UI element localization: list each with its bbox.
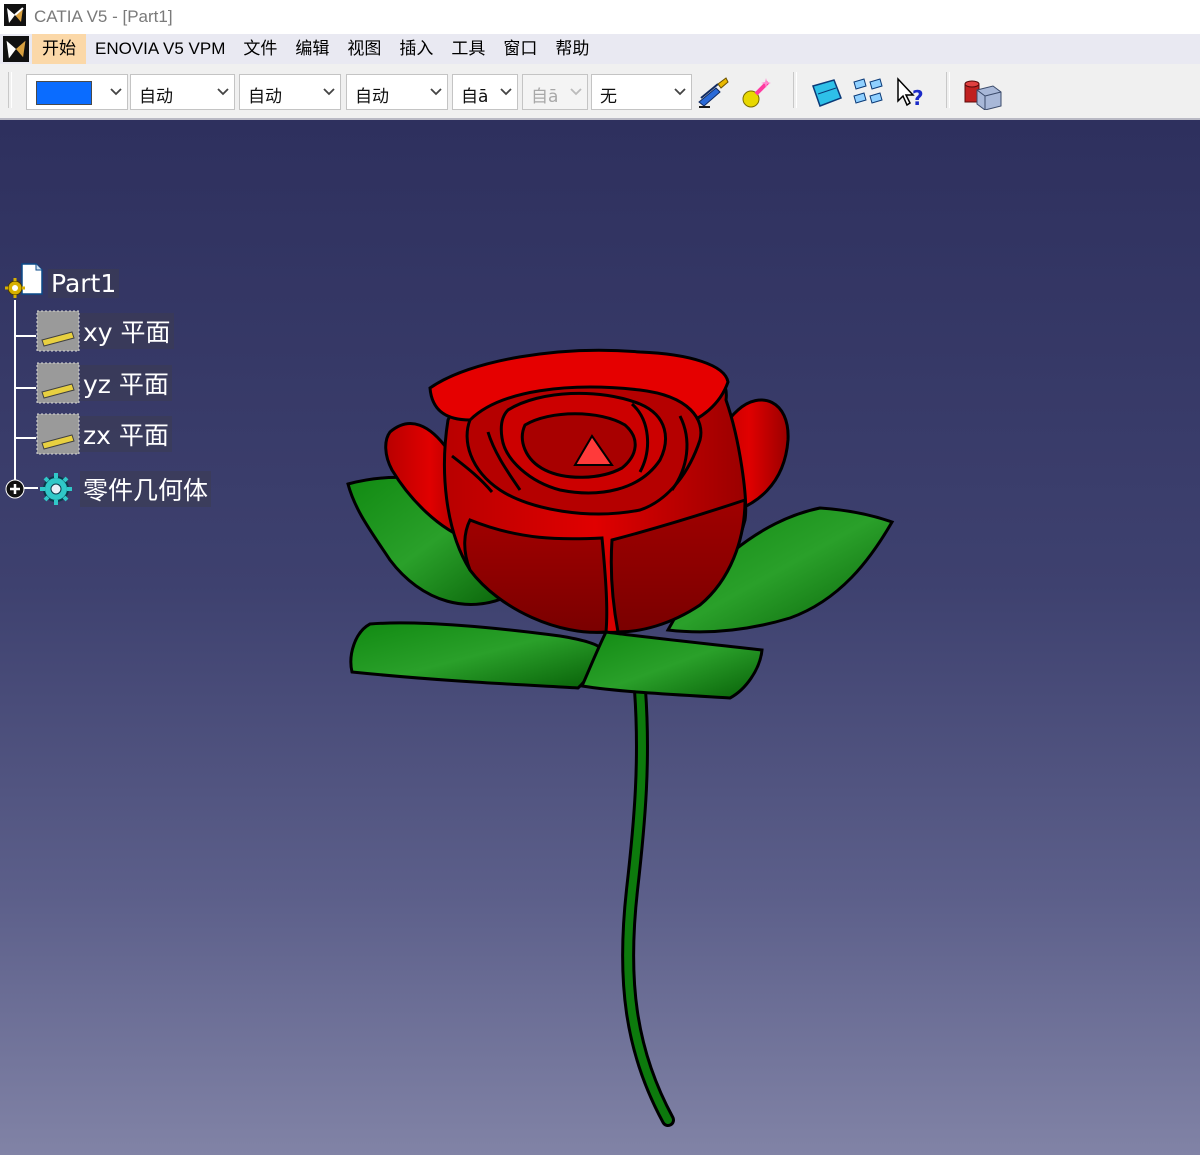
title-bar: CATIA V5 - [Part1]: [0, 0, 1200, 34]
catia-menu-logo-icon[interactable]: [0, 34, 32, 64]
transparency-combo[interactable]: 自动: [130, 74, 235, 110]
menu-enovia[interactable]: ENOVIA V5 VPM: [86, 34, 234, 64]
menu-help[interactable]: 帮助: [546, 34, 598, 64]
chevron-down-icon: [110, 88, 122, 96]
line-type-combo[interactable]: 自动: [346, 74, 448, 110]
menu-window[interactable]: 窗口: [494, 34, 546, 64]
tree-node-zx-plane[interactable]: zx 平面: [36, 413, 172, 455]
line-thickness-combo[interactable]: 自动: [239, 74, 341, 110]
chevron-down-icon: [570, 88, 582, 96]
point-symbol-combo[interactable]: 自ā: [452, 74, 518, 110]
toolbar-grip[interactable]: [8, 72, 12, 108]
catia-logo-icon: [4, 4, 26, 30]
painter-brush-icon[interactable]: [696, 76, 730, 110]
chevron-down-icon: [217, 88, 229, 96]
chevron-down-icon: [500, 88, 512, 96]
menu-insert[interactable]: 插入: [390, 34, 442, 64]
part-icon: [5, 263, 43, 298]
leaf-front-right: [579, 630, 764, 700]
tree-node-yz-plane[interactable]: yz 平面: [36, 362, 172, 404]
window-title: CATIA V5 - [Part1]: [34, 7, 173, 26]
plane-icon: [36, 362, 80, 404]
plane-icon[interactable]: [810, 76, 844, 110]
body-gear-icon: [40, 473, 72, 505]
menu-file[interactable]: 文件: [234, 34, 286, 64]
menu-edit[interactable]: 编辑: [286, 34, 338, 64]
plane-icon: [36, 310, 80, 352]
color-swatch: [36, 81, 92, 105]
tree-node-part-body[interactable]: 零件几何体: [4, 469, 212, 509]
tree-label-xy-plane: xy 平面: [80, 313, 174, 349]
color-combo[interactable]: [26, 74, 128, 110]
chevron-down-icon: [323, 88, 335, 96]
plane-icon: [36, 413, 80, 455]
chevron-down-icon: [430, 88, 442, 96]
tree-label-zx-plane: zx 平面: [80, 416, 172, 452]
menu-start[interactable]: 开始: [32, 34, 86, 64]
toolbar-grip[interactable]: [946, 72, 950, 108]
database-cube-icon[interactable]: [963, 76, 1003, 110]
menu-bar: 开始 ENOVIA V5 VPM 文件 编辑 视图 插入 工具 窗口 帮助: [0, 34, 1200, 64]
svg-text:?: ?: [912, 86, 924, 110]
properties-toolbar: 自动 自动 自动 自ā 自ā 无 ?: [0, 64, 1200, 120]
tree-label-part1: Part1: [48, 268, 120, 298]
tree-root-part1[interactable]: Part1: [4, 262, 120, 304]
expand-plus-icon[interactable]: [4, 478, 26, 500]
3d-viewport[interactable]: Part1 xy 平面 yz 平面 zx 平面 零件几何体: [0, 120, 1200, 1155]
tree-label-yz-plane: yz 平面: [80, 365, 172, 401]
menu-tools[interactable]: 工具: [442, 34, 494, 64]
layer-combo[interactable]: 无: [591, 74, 692, 110]
chevron-down-icon: [674, 88, 686, 96]
multiple-planes-icon[interactable]: [852, 76, 886, 110]
tree-label-part-body: 零件几何体: [80, 471, 212, 507]
petal-inner-ring-3: [520, 412, 637, 479]
magic-wand-icon[interactable]: [740, 76, 774, 110]
context-help-icon[interactable]: ?: [893, 76, 927, 110]
render-style-combo: 自ā: [522, 74, 588, 110]
toolbar-grip[interactable]: [793, 72, 797, 108]
rose-model[interactable]: [0, 120, 1200, 1155]
tree-node-xy-plane[interactable]: xy 平面: [36, 310, 174, 352]
menu-view[interactable]: 视图: [338, 34, 390, 64]
leaf-front-left: [349, 621, 604, 690]
